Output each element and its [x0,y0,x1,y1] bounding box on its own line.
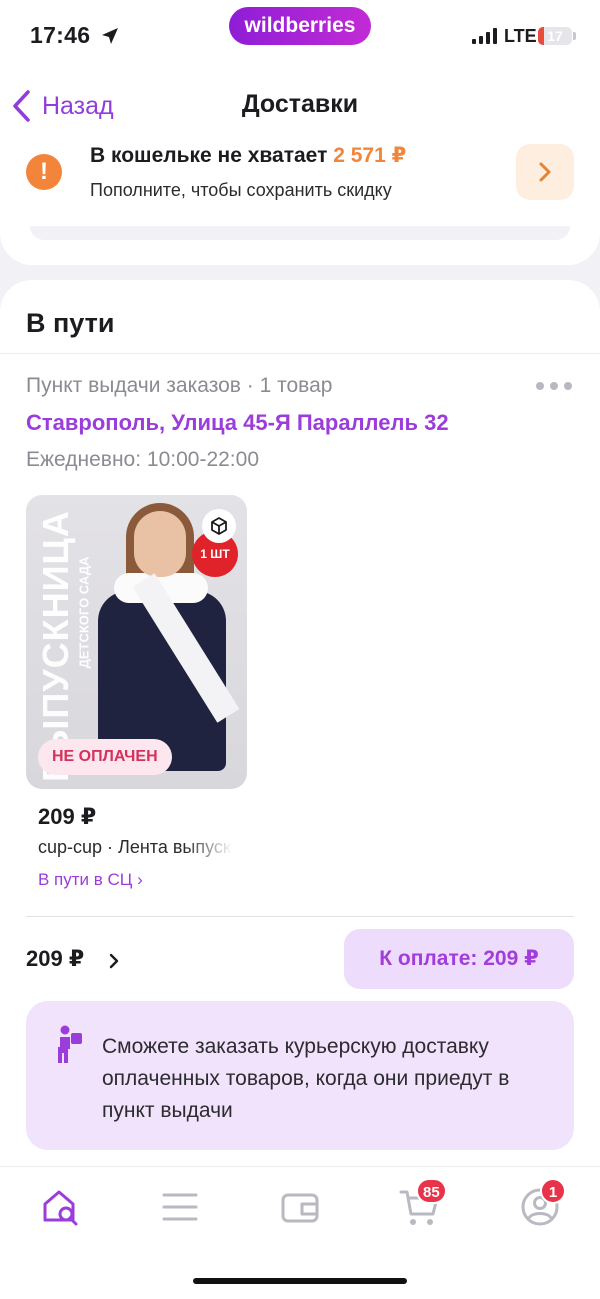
chevron-right-icon [539,162,551,182]
courier-info-text: Сможете заказать курьерскую доставку опл… [102,1035,510,1122]
collapsed-card-edge [30,226,570,240]
total-amount[interactable]: 209 ₽ [26,946,84,972]
wallet-alert-title: В кошельке не хватает 2 571 ₽ [90,143,406,168]
home-search-icon [43,1190,78,1226]
signal-icon [472,28,497,44]
product-image[interactable]: ВЫПУСКНИЦА ДЕТСКОГО САДА 1 ШТ НЕ ОПЛАЧЕН [26,495,247,789]
section-title: В пути [26,308,115,338]
wallet-alert-subtitle: Пополните, чтобы сохранить скидку [90,180,392,200]
courier-info-banner: Сможете заказать курьерскую доставку опл… [26,1001,574,1150]
product-photo-face [134,511,186,577]
exclamation-icon: ! [26,154,62,190]
divider [26,916,574,917]
status-time: 17:46 [30,22,91,48]
pickup-hours: Ежедневно: 10:00-22:00 [26,448,259,471]
divider [0,353,600,354]
product-price: 209 ₽ [38,804,97,829]
wallet-shortfall-amount: 2 571 ₽ [333,144,407,167]
battery-tip [573,32,576,40]
battery-icon: 17 [538,27,572,45]
product-name: cup-cup · Лента выпускница [38,837,233,857]
unpaid-badge: НЕ ОПЛАЧЕН [38,739,172,775]
home-indicator [193,1278,407,1284]
wallet-topup-button[interactable] [516,144,574,200]
product-image-subtext: ДЕТСКОГО САДА [76,556,92,669]
wallet-alert-prefix: В кошельке не хватает [90,144,334,167]
battery-level: 17 [547,28,563,44]
more-options-icon[interactable] [536,376,572,396]
return-box-icon [202,509,236,543]
profile-notification-badge: 1 [540,1178,566,1204]
tab-wallet[interactable] [278,1186,322,1228]
tab-home[interactable] [39,1186,83,1228]
network-label: LTE [504,26,537,46]
chevron-right-icon[interactable] [108,952,120,970]
page-title: Доставки [241,90,359,118]
product-status-link[interactable]: В пути в СЦ › [38,870,143,890]
tab-catalog[interactable] [158,1186,202,1228]
pay-button[interactable]: К оплате: 209 ₽ [344,929,574,989]
menu-icon [162,1193,198,1221]
cart-count-badge: 85 [416,1178,447,1204]
location-arrow-icon [102,28,118,44]
pickup-meta: Пункт выдачи заказов · 1 товар [26,374,333,397]
pickup-address-link[interactable]: Ставрополь, Улица 45-Я Параллель 32 [26,410,449,436]
courier-icon [58,1025,82,1063]
brand-logo: wildberries [229,7,371,45]
wallet-icon [281,1193,319,1223]
